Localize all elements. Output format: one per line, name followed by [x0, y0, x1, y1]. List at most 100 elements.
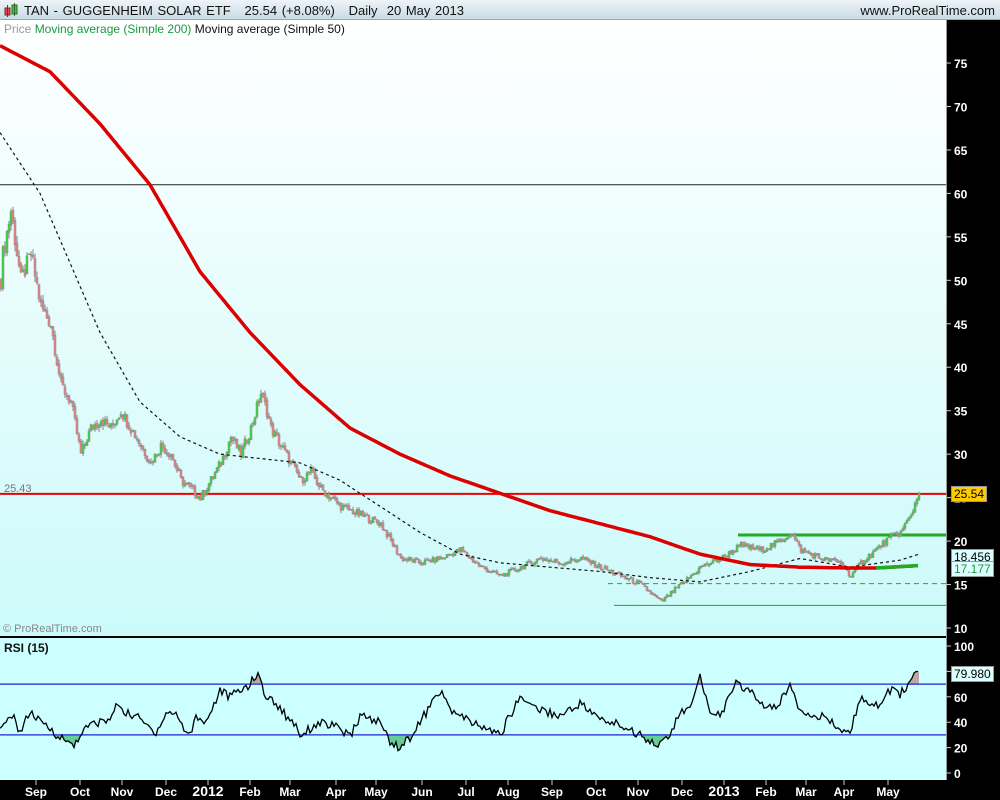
candle [269, 419, 273, 425]
candle [913, 503, 917, 513]
candle [901, 528, 905, 531]
candle [793, 534, 797, 540]
candle [863, 561, 867, 564]
candle [353, 513, 357, 515]
candle [241, 445, 245, 459]
candle [303, 480, 307, 483]
candle [663, 596, 667, 602]
candle [429, 560, 433, 563]
candle [791, 534, 795, 537]
candle [531, 563, 535, 566]
candle [117, 417, 121, 420]
candle [445, 554, 449, 558]
candle [475, 562, 479, 564]
candle [81, 444, 85, 454]
candle [43, 309, 47, 312]
candle [457, 549, 461, 552]
y-tick-label: 40 [954, 361, 968, 375]
candle [739, 542, 743, 546]
candle [711, 559, 715, 564]
candle [77, 434, 81, 442]
candle [733, 551, 737, 553]
candle [75, 418, 79, 434]
candle [779, 539, 783, 542]
y-tick-label: 65 [954, 144, 968, 158]
y-tick-label: 30 [954, 448, 968, 462]
candle [565, 562, 569, 565]
candle [827, 557, 831, 562]
candle [305, 472, 309, 482]
candle [329, 497, 333, 500]
candle [7, 223, 11, 233]
candle [227, 441, 231, 454]
candle [585, 556, 589, 560]
candle [835, 559, 839, 563]
candle [489, 571, 493, 573]
candle [847, 569, 851, 577]
candle [115, 419, 119, 425]
candle [607, 569, 611, 572]
candle [673, 587, 677, 594]
candle [5, 231, 9, 254]
candle [745, 543, 749, 547]
candle [735, 545, 739, 552]
candle [177, 468, 181, 472]
candle [599, 564, 603, 570]
y-tick-label: 15 [954, 579, 968, 593]
candle [771, 543, 775, 547]
candle [705, 563, 709, 566]
chart-canvas[interactable]: 1015202530354045505560657075020406080100… [0, 0, 1000, 800]
x-tick-label: Aug [496, 785, 519, 799]
candle [623, 575, 627, 579]
candle [627, 578, 631, 580]
candle [389, 533, 393, 541]
candle [487, 571, 491, 573]
candle [249, 425, 253, 441]
candle [425, 559, 429, 561]
candle [469, 557, 473, 560]
candle [431, 556, 435, 563]
candle [47, 316, 51, 327]
candle [811, 553, 815, 559]
watermark: © ProRealTime.com [3, 623, 102, 635]
candle [479, 565, 483, 567]
candle [459, 547, 463, 552]
candle [583, 557, 587, 560]
candle [341, 505, 345, 510]
sma200-rising-segment [875, 563, 919, 570]
rsi-panel [0, 638, 946, 780]
candle [359, 510, 363, 515]
candle [909, 514, 913, 518]
candle [229, 437, 233, 443]
candle [187, 482, 191, 485]
candle [251, 423, 255, 425]
candle [319, 484, 323, 487]
legend-price: Price [4, 22, 32, 36]
candle [357, 509, 361, 516]
candle [53, 335, 57, 356]
candle [535, 559, 539, 563]
candle [381, 522, 385, 530]
candle [383, 529, 387, 532]
rsi-tick-label: 20 [954, 742, 968, 756]
candle [817, 553, 821, 559]
candle [133, 430, 137, 439]
candle [423, 559, 427, 565]
candle [777, 539, 781, 543]
candle [553, 559, 557, 563]
candle [815, 553, 819, 555]
candle [391, 539, 395, 547]
candle [617, 571, 621, 574]
candle [513, 568, 517, 571]
candle [537, 558, 541, 560]
candle [433, 557, 437, 563]
candle [577, 559, 581, 562]
candle [363, 514, 367, 517]
candle [349, 508, 353, 511]
x-tick-label: Sep [25, 785, 47, 799]
candle [571, 558, 575, 561]
candle [543, 558, 547, 561]
candle [741, 542, 745, 547]
candle [91, 424, 95, 430]
candle [51, 326, 55, 337]
